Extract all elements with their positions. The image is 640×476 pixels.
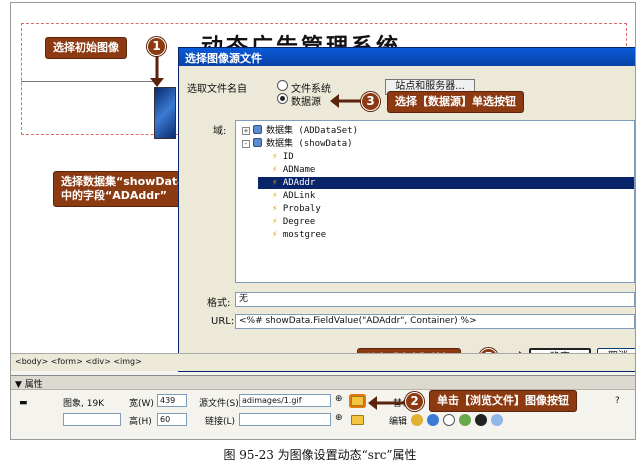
field-icon: ⚡ (272, 230, 278, 240)
tree-label: ADLink (282, 191, 316, 201)
step-1-badge: 1 (147, 37, 166, 56)
field-icon: ⚡ (272, 217, 278, 227)
arrow-1 (150, 56, 164, 87)
dialog-title: 选择图像源文件 (179, 48, 635, 66)
filesystem-radio[interactable] (277, 80, 288, 91)
tree-row-field-adaddr[interactable]: ⚡ ADAddr (258, 177, 634, 189)
collapse-icon[interactable]: - (242, 140, 250, 148)
select-from-label: 选取文件名自 (187, 84, 247, 95)
tree-label: ID (282, 152, 294, 162)
domain-label: 域: (213, 126, 227, 137)
src-field[interactable]: adimages/1.gif (239, 394, 331, 407)
tag-selector-bar[interactable]: <body> <form> <div> <img> (11, 353, 635, 371)
image-name-field[interactable] (63, 413, 121, 426)
browse-file-icon[interactable] (351, 396, 364, 406)
image-thumb-icon: ▬ (19, 398, 28, 408)
width-label: 宽(W) (129, 399, 154, 409)
arrow-3 (330, 94, 361, 108)
brightness-icon[interactable] (475, 414, 487, 426)
datasource-tree[interactable]: + 数据集 (ADDataSet) - 数据集 (showData) ⚡ ID ⚡ … (235, 120, 635, 283)
dataset-icon (253, 125, 262, 134)
tree-row-field-probaly[interactable]: ⚡ Probaly (272, 203, 321, 215)
browse-link-icon[interactable] (351, 415, 364, 425)
resample-icon[interactable] (459, 414, 471, 426)
datasource-radio-label[interactable]: 数据源 (291, 93, 321, 108)
tree-row-field-mostgree[interactable]: ⚡ mostgree (272, 229, 326, 241)
format-label: 格式: (207, 298, 231, 309)
link-label: 链接(L) (205, 417, 236, 427)
properties-header[interactable]: ▼ 属性 (11, 376, 635, 390)
field-icon: ⚡ (272, 178, 278, 188)
callout-3: 选择【数据源】单选按钮 (387, 91, 524, 113)
tree-label: Probaly (282, 204, 321, 214)
field-icon: ⚡ (272, 152, 278, 162)
width-field[interactable]: 439 (157, 394, 187, 407)
tree-label: Degree (282, 217, 316, 227)
crop-icon[interactable] (443, 414, 455, 426)
field-icon: ⚡ (272, 165, 278, 175)
step-2-badge: 2 (405, 392, 424, 411)
dataset-icon (253, 138, 262, 147)
datasource-radio[interactable] (277, 93, 288, 104)
tree-label: mostgree (282, 230, 327, 240)
horizontal-rule (21, 81, 161, 82)
select-image-dialog: 选择图像源文件 选取文件名自 文件系统 数据源 站点和服务器... 选择【数据源… (178, 47, 635, 372)
tree-row-dataset-showdata[interactable]: - 数据集 (showData) (242, 138, 353, 150)
tree-label: ADName (282, 165, 316, 175)
tree-row-dataset-addataset[interactable]: + 数据集 (ADDataSet) (242, 125, 358, 137)
point-to-file-icon[interactable]: ⊕ (335, 394, 343, 404)
url-field[interactable]: <%# showData.FieldValue("ADAddr", Contai… (235, 314, 635, 329)
help-icon[interactable]: ? (615, 396, 620, 406)
height-field[interactable]: 60 (157, 413, 187, 426)
expand-icon[interactable]: + (242, 127, 250, 135)
edit-image-icon[interactable] (411, 414, 423, 426)
tree-row-field-adname[interactable]: ⚡ ADName (272, 164, 315, 176)
callout-2: 单击【浏览文件】图像按钮 (429, 390, 577, 412)
link-field[interactable] (239, 413, 331, 426)
image-info: 图象, 19K (63, 399, 105, 409)
figure-caption: 图 95-23 为图像设置动态“src”属性 (223, 448, 417, 462)
tree-row-field-id[interactable]: ⚡ ID (272, 151, 294, 163)
tree-row-field-adlink[interactable]: ⚡ ADLink (272, 190, 315, 202)
optimize-icon[interactable] (427, 414, 439, 426)
tree-label: ADAddr (282, 178, 316, 188)
format-select[interactable]: 无 (235, 292, 635, 307)
url-label: URL: (211, 316, 235, 327)
tree-row-field-degree[interactable]: ⚡ Degree (272, 216, 315, 228)
step-3-badge: 3 (361, 92, 380, 111)
tree-label: 数据集 (ADDataSet) (266, 126, 359, 136)
properties-panel: ▼ 属性 ▬ 图象, 19K 宽(W) 439 高(H) 60 源文件(S) a… (11, 375, 635, 439)
callout-1: 选择初始图像 (45, 37, 127, 59)
tree-label: 数据集 (showData) (266, 139, 353, 149)
edit-label: 编辑 (389, 417, 408, 427)
arrow-2 (368, 396, 405, 410)
app-window: 动态广告管理系统 选择初始图像 1 选择数据集“showData” 中的字段“A… (10, 2, 636, 440)
initial-image[interactable] (154, 87, 176, 139)
field-icon: ⚡ (272, 204, 278, 214)
height-label: 高(H) (129, 417, 152, 427)
src-label: 源文件(S) (199, 399, 239, 409)
sharpen-icon[interactable] (491, 414, 503, 426)
field-icon: ⚡ (272, 191, 278, 201)
link-point-icon[interactable]: ⊕ (335, 413, 343, 423)
